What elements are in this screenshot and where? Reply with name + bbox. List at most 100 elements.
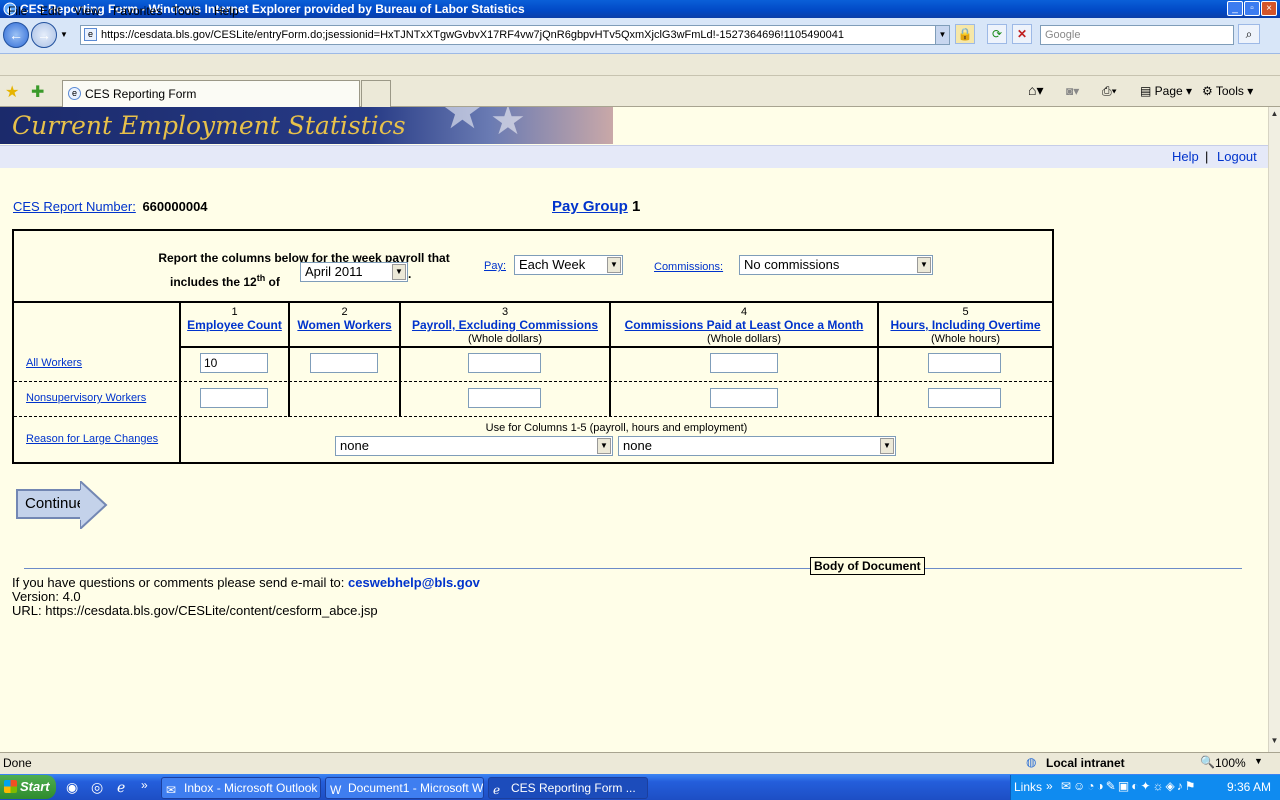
scroll-down-icon[interactable]: ▼ — [1269, 736, 1280, 750]
all-workers-payroll-input[interactable] — [468, 353, 541, 373]
tab-label: CES Reporting Form — [85, 87, 197, 101]
continue-button[interactable]: Continue — [16, 481, 108, 529]
divider — [179, 346, 1052, 348]
zoom-icon[interactable]: 🔍 — [1200, 755, 1215, 769]
pay-frequency-select[interactable]: Each Week ▼ — [514, 255, 623, 275]
column-header-3: 3 Payroll, Excluding Commissions (Whole … — [401, 306, 609, 346]
report-number-link[interactable]: CES Report Number: — [13, 199, 136, 214]
pay-group-link[interactable]: Pay Group — [552, 198, 628, 215]
vertical-scrollbar[interactable]: ▲ ▼ — [1268, 107, 1280, 752]
tray-icons[interactable]: ✉☺◔◑✎▣◐✦☼◈♪⚑ — [1061, 779, 1197, 793]
lock-icon[interactable]: 🔒 — [955, 24, 975, 44]
word-icon: W — [330, 783, 342, 797]
search-input[interactable]: Google — [1040, 25, 1234, 45]
week-select[interactable]: April 2011 ▼ — [300, 262, 408, 282]
task-word[interactable]: W Document1 - Microsoft W... — [325, 777, 484, 799]
tools-menu-label: Tools — [1215, 84, 1244, 98]
menu-edit[interactable]: Edit — [40, 4, 61, 18]
new-tab-button[interactable] — [361, 80, 391, 107]
top-nav-strip — [0, 145, 1268, 168]
zoom-dropdown-icon[interactable]: ▼ — [1254, 756, 1263, 766]
report-number-value: 660000004 — [142, 199, 208, 214]
favorites-star-icon[interactable]: ★ — [5, 82, 19, 102]
nonsupervisory-hours-input[interactable] — [928, 388, 1001, 408]
row-label-all-workers[interactable]: All Workers — [26, 357, 82, 369]
star-decoration: ★ — [440, 107, 485, 140]
all-workers-employee-count-input[interactable]: 10 — [200, 353, 268, 373]
menu-tools[interactable]: Tools — [172, 4, 200, 18]
chevron-down-icon: ▼ — [880, 438, 894, 454]
close-window-button[interactable]: × — [1261, 1, 1277, 16]
maximize-button[interactable]: ▫ — [1244, 1, 1260, 16]
outlook-icon: ✉ — [166, 783, 177, 797]
quicklaunch-ie-icon[interactable]: ℯ — [117, 779, 125, 796]
contact-prefix: If you have questions or comments please… — [12, 575, 349, 590]
feeds-icon[interactable]: ◙▾ — [1066, 84, 1079, 98]
report-form-table: Report the columns below for the week pa… — [12, 229, 1054, 464]
history-dropdown-icon[interactable]: ▼ — [60, 30, 68, 39]
divider — [14, 301, 1052, 303]
reason-select-2[interactable]: none ▼ — [618, 436, 896, 456]
address-dropdown-icon[interactable]: ▼ — [935, 26, 949, 44]
pay-group-number: 1 — [632, 198, 641, 215]
row-label-nonsupervisory[interactable]: Nonsupervisory Workers — [26, 392, 146, 404]
page-menu-label: Page — [1154, 84, 1183, 98]
task-ie-ces[interactable]: ℯ CES Reporting Form ... — [488, 777, 648, 799]
home-icon[interactable]: ⌂▾ — [1028, 82, 1043, 99]
tab-ces-reporting-form[interactable]: e CES Reporting Form — [62, 80, 360, 107]
column-title-link[interactable]: Commissions Paid at Least Once a Month — [625, 318, 864, 332]
menu-file[interactable]: File — [8, 4, 27, 18]
reason-note: Use for Columns 1-5 (payroll, hours and … — [485, 422, 748, 434]
column-title-link[interactable]: Hours, Including Overtime — [890, 318, 1040, 332]
tools-menu[interactable]: ⚙ Tools ▾ — [1202, 84, 1253, 98]
logout-link[interactable]: Logout — [1217, 149, 1257, 164]
back-arrow-icon[interactable]: ← — [3, 22, 29, 48]
commissions-select[interactable]: No commissions ▼ — [739, 255, 933, 275]
chevron-down-icon: ▼ — [597, 438, 611, 454]
scroll-up-icon[interactable]: ▲ — [1269, 109, 1280, 123]
quicklaunch-more-icon[interactable]: » — [141, 778, 148, 792]
page-menu[interactable]: ▤ Page ▾ — [1140, 84, 1192, 98]
banner-title: Current Employment Statistics — [12, 111, 406, 140]
start-button[interactable]: Start — [0, 775, 56, 799]
search-icon[interactable]: ⌕ — [1238, 24, 1260, 44]
commissions-link[interactable]: Commissions: — [654, 261, 723, 273]
stop-icon[interactable]: ✕ — [1012, 24, 1032, 44]
menu-view[interactable]: View — [74, 4, 100, 18]
links-more-icon[interactable]: » — [1046, 779, 1053, 793]
nonsupervisory-employee-count-input[interactable] — [200, 388, 268, 408]
dashed-divider — [14, 416, 1052, 417]
all-workers-hours-input[interactable] — [928, 353, 1001, 373]
row-label-reason[interactable]: Reason for Large Changes — [26, 433, 158, 445]
nonsupervisory-payroll-input[interactable] — [468, 388, 541, 408]
task-outlook[interactable]: ✉ Inbox - Microsoft Outlook — [161, 777, 321, 799]
quicklaunch-outlook-icon[interactable]: ◎ — [91, 779, 103, 796]
all-workers-women-input[interactable] — [310, 353, 378, 373]
email-link[interactable]: ceswebhelp@bls.gov — [348, 575, 480, 590]
ie-tab-icon: e — [68, 87, 81, 100]
column-title-link[interactable]: Employee Count — [187, 318, 282, 332]
zoom-level[interactable]: 100% — [1215, 756, 1246, 770]
all-workers-commissions-input[interactable] — [710, 353, 778, 373]
pay-link[interactable]: Pay: — [484, 260, 506, 272]
forward-arrow-icon[interactable]: → — [31, 22, 57, 48]
add-favorites-icon[interactable]: ✚ — [31, 82, 44, 102]
refresh-icon[interactable]: ⟳ — [987, 24, 1007, 44]
report-number: CES Report Number: 660000004 — [13, 199, 208, 214]
column-title-link[interactable]: Payroll, Excluding Commissions — [412, 318, 598, 332]
minimize-button[interactable]: _ — [1227, 1, 1243, 16]
menu-favorites[interactable]: Favorites — [113, 4, 162, 18]
help-link[interactable]: Help — [1172, 149, 1199, 164]
print-icon[interactable]: ⎙▾ — [1102, 84, 1117, 99]
task-label: Document1 - Microsoft W... — [348, 781, 484, 795]
links-label[interactable]: Links — [1014, 780, 1042, 794]
column-title-link[interactable]: Women Workers — [297, 318, 391, 332]
address-bar-input[interactable]: e https://cesdata.bls.gov/CESLite/entryF… — [80, 25, 950, 45]
column-unit: (Whole hours) — [930, 333, 1001, 345]
quicklaunch-media-icon[interactable]: ◉ — [66, 779, 78, 796]
windows-logo-icon — [4, 780, 17, 793]
menu-help[interactable]: Help — [214, 4, 239, 18]
nonsupervisory-commissions-input[interactable] — [710, 388, 778, 408]
week-select-value: April 2011 — [305, 264, 363, 279]
reason-select-1[interactable]: none ▼ — [335, 436, 613, 456]
